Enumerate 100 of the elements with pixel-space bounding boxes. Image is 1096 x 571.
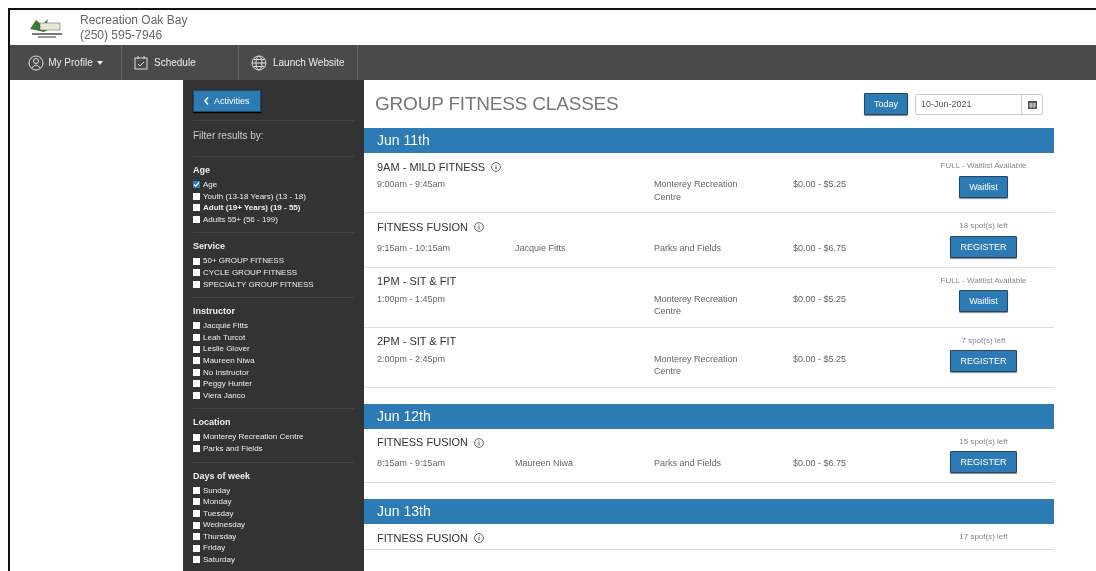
checkbox[interactable] — [193, 181, 200, 189]
group-title: Instructor — [193, 306, 236, 317]
phone-number: (250) 595-7946 — [80, 27, 164, 43]
class-time: 9:00am - 9:45am — [377, 178, 447, 191]
info-icon[interactable] — [491, 162, 502, 172]
page-title: GROUP FITNESS CLASSES — [375, 93, 620, 115]
price-range: $0.00 - $5.25 — [793, 292, 848, 306]
checkbox[interactable] — [193, 533, 200, 541]
checkbox[interactable] — [193, 486, 200, 494]
option-label: Friday — [203, 542, 226, 555]
checkbox[interactable] — [193, 280, 200, 288]
checkbox[interactable] — [193, 556, 200, 564]
organization-name: Recreation Oak Bay — [80, 12, 188, 28]
option-label: Monday — [203, 496, 232, 508]
location-name: Monterey Recreation Centre — [654, 352, 739, 378]
option-label: Viera Janco — [203, 389, 246, 402]
option-label: Tuesday — [203, 507, 234, 520]
chevron-left-icon — [204, 97, 209, 105]
checkbox[interactable] — [193, 433, 200, 441]
checkbox[interactable] — [193, 257, 200, 265]
option-label: Jacquie Fitts — [203, 320, 248, 332]
availability-status: 15 spot(s) left — [959, 435, 1008, 448]
price-range: $0.00 - $6.75 — [793, 241, 848, 255]
filter-heading: Filter results by: — [193, 120, 354, 157]
checkbox[interactable] — [193, 521, 200, 529]
availability-status: 17 spot(s) left — [959, 531, 1008, 543]
register-button[interactable]: REGISTER — [950, 350, 1017, 372]
option-label: Maureen Niwa — [203, 354, 255, 367]
class-name[interactable]: 9AM - MILD FITNESS — [377, 160, 486, 174]
price-range: $0.00 - $6.75 — [793, 457, 848, 470]
option-label: Peggy Hunter — [203, 378, 252, 390]
class-time: 1:00pm - 1:45pm — [377, 292, 447, 306]
option-label: Thursday — [203, 530, 237, 543]
option-label: Leah Turcot — [203, 331, 246, 344]
today-button[interactable]: Today — [863, 93, 908, 115]
availability-status: 18 spot(s) left — [959, 220, 1008, 232]
checkbox[interactable] — [193, 269, 200, 277]
class-name[interactable]: FITNESS FUSION — [377, 220, 469, 234]
checkbox[interactable] — [193, 498, 200, 506]
calendar-icon — [1027, 99, 1037, 109]
class-name[interactable]: FITNESS FUSION — [377, 531, 469, 545]
register-button[interactable]: Waitlist — [959, 290, 1008, 312]
availability-status: FULL - Waitlist Available — [940, 274, 1027, 287]
location-name: Monterey Recreation Centre — [654, 178, 739, 203]
checkbox[interactable] — [193, 445, 200, 453]
option-label: Sunday — [203, 484, 231, 497]
checkbox[interactable] — [193, 357, 200, 365]
option-label: Leslie Glover — [203, 343, 250, 355]
checkbox[interactable] — [193, 510, 200, 517]
day-header: Jun 13th — [364, 499, 1054, 524]
checkbox[interactable] — [193, 216, 200, 224]
info-icon[interactable] — [474, 437, 485, 448]
instructor-name: Jacquie Fitts — [515, 241, 567, 255]
option-label: Adult (19+ Years) (19 - 55) — [203, 202, 301, 214]
class-time: 2:00pm - 2:45pm — [377, 352, 447, 366]
calendar-check-icon — [134, 55, 148, 70]
info-icon[interactable] — [474, 222, 485, 232]
checkbox[interactable] — [193, 334, 200, 342]
instructor-name: Maureen Niwa — [515, 457, 575, 470]
option-label: Parks and Fields — [203, 442, 263, 455]
date-field[interactable]: 10-Jun-2021 — [915, 93, 1043, 115]
profile-icon — [28, 54, 45, 71]
availability-status: FULL - Waitlist Available — [940, 160, 1027, 172]
option-label: No Instructor — [203, 366, 249, 379]
class-time: 8:15am - 9:15am — [377, 457, 447, 470]
caret-icon — [96, 60, 103, 65]
price-range: $0.00 - $5.25 — [793, 352, 848, 366]
option-label: Wednesday — [203, 519, 246, 531]
group-title: Age — [193, 165, 211, 175]
checkbox[interactable] — [193, 345, 200, 353]
class-name[interactable]: FITNESS FUSION — [377, 436, 469, 449]
group-title: Location — [193, 417, 232, 428]
globe-icon — [251, 54, 267, 71]
option-label: Age — [203, 179, 218, 191]
checkbox[interactable] — [193, 392, 200, 399]
checkbox[interactable] — [193, 544, 200, 552]
location-name: Parks and Fields — [654, 457, 723, 470]
checkbox[interactable] — [193, 380, 200, 388]
nav-item[interactable]: My Profile — [10, 45, 122, 80]
option-label: SPECIALTY GROUP FITNESS — [203, 278, 314, 291]
checkbox[interactable] — [193, 368, 200, 376]
availability-status: 7 spot(s) left — [961, 334, 1006, 347]
option-label: Monterey Recreation Centre — [203, 431, 304, 443]
price-range: $0.00 - $5.25 — [793, 178, 848, 191]
day-header: Jun 12th — [364, 403, 1054, 429]
back-button[interactable]: Activities — [193, 90, 261, 112]
class-time: 9:15am - 10:15am — [377, 241, 452, 255]
info-icon[interactable] — [474, 533, 485, 543]
option-label: 50+ GROUP FITNESS — [203, 255, 284, 267]
register-button[interactable]: REGISTER — [950, 235, 1017, 258]
option-label: Youth (13-18 Years) (13 - 18) — [203, 190, 306, 203]
register-button[interactable]: REGISTER — [950, 451, 1017, 473]
option-label: Saturday — [203, 554, 236, 566]
checkbox[interactable] — [193, 322, 200, 330]
checkbox[interactable] — [193, 192, 200, 200]
group-title: Service — [193, 241, 227, 252]
checkbox[interactable] — [193, 204, 200, 212]
class-name[interactable]: 2PM - SIT & FIT — [377, 335, 457, 348]
class-name[interactable]: 1PM - SIT & FIT — [377, 275, 457, 288]
register-button[interactable]: Waitlist — [959, 175, 1008, 198]
